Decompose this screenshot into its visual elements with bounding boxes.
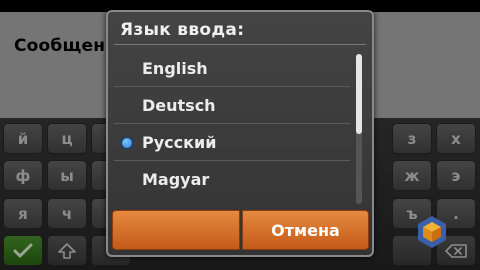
scrollbar-thumb[interactable] [356,54,362,134]
option-label: Deutsch [142,96,216,115]
cancel-button[interactable]: Отмена [242,210,369,250]
language-option-english[interactable]: English [114,50,350,87]
selected-indicator-icon [121,137,133,149]
language-option-magyar[interactable]: Magyar [114,161,350,198]
option-label: English [142,59,208,78]
option-label: Русский [142,133,217,152]
dialog-title: Язык ввода: [120,20,245,40]
scrollbar[interactable] [356,54,362,204]
select-button[interactable] [112,210,240,250]
option-label: Magyar [142,170,210,189]
title-divider [114,44,366,45]
language-option-russian[interactable]: Русский [114,124,350,161]
brand-logo-icon [418,216,446,248]
input-language-dialog: Язык ввода: English Deutsch Русский Magy… [106,10,374,257]
language-list: English Deutsch Русский Magyar [108,50,352,210]
language-option-deutsch[interactable]: Deutsch [114,87,350,124]
